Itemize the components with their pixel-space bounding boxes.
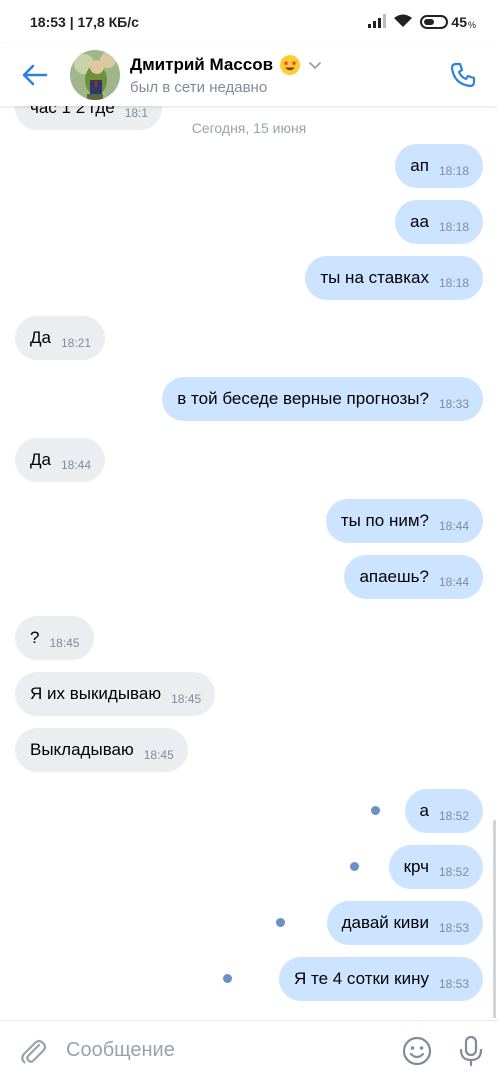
- contact-name: Дмитрий Массов: [130, 55, 274, 74]
- chevron-down-icon[interactable]: [307, 57, 323, 73]
- microphone-icon: [459, 1035, 483, 1066]
- paperclip-icon: [21, 1039, 47, 1064]
- message-time: 18:21: [60, 336, 91, 350]
- status-bar: 18:53 | 17,8 КБ/с 45 %: [0, 0, 498, 44]
- message-time: 18:52: [438, 865, 469, 879]
- message-text: ?: [30, 628, 40, 647]
- message-list[interactable]: час 1 2 где 18:1 Сегодня, 15 июня ап 18:…: [0, 106, 498, 1018]
- status-icons: 45 %: [368, 13, 476, 31]
- message-time: 18:33: [438, 397, 469, 411]
- message-bubble[interactable]: Да 18:44: [15, 438, 105, 482]
- date-separator-label: Сегодня, 15 июня: [187, 120, 311, 136]
- battery-icon: 45 %: [420, 14, 476, 30]
- chat-header: Дмитрий Массов был в сети недавно: [0, 44, 498, 106]
- message-text: давай киви: [341, 913, 429, 932]
- message-text: в той беседе верные прогнозы?: [177, 389, 429, 408]
- voice-button[interactable]: [444, 1021, 498, 1080]
- message-text: Да: [30, 450, 51, 469]
- message-time: 18:45: [171, 692, 202, 706]
- message-time: 18:44: [60, 458, 91, 472]
- message-text: Я их выкидываю: [30, 684, 162, 703]
- message-bubble[interactable]: Да 18:21: [15, 316, 105, 360]
- avatar[interactable]: [70, 50, 120, 100]
- message-bubble[interactable]: апаешь? 18:44: [344, 555, 483, 599]
- message-input[interactable]: [66, 1039, 390, 1062]
- message-text: аа: [410, 212, 429, 231]
- smiley-icon: [402, 1036, 432, 1065]
- signal-icon: [368, 13, 387, 31]
- message-text: а: [419, 801, 429, 820]
- emoji-button[interactable]: [390, 1021, 444, 1080]
- message-text: ты по ним?: [340, 511, 429, 530]
- message-time: 18:45: [49, 636, 80, 650]
- message-bubble[interactable]: Я те 4 сотки кину 18:53: [278, 957, 483, 1001]
- message-time: 18:44: [438, 519, 469, 533]
- unread-indicator: [371, 806, 380, 815]
- message-bubble[interactable]: ап 18:18: [395, 144, 483, 188]
- message-text: ты на ставках: [320, 268, 429, 287]
- scrollbar[interactable]: [493, 820, 496, 1018]
- message-time: 18:45: [143, 748, 174, 762]
- back-button[interactable]: [0, 44, 70, 106]
- message-bubble[interactable]: ты на ставках 18:18: [305, 256, 483, 300]
- message-text: Да: [30, 328, 51, 347]
- message-text: Я те 4 сотки кину: [293, 969, 429, 988]
- unread-indicator: [276, 918, 285, 927]
- message-composer: [0, 1020, 498, 1080]
- message-time: 18:53: [438, 921, 469, 935]
- wifi-icon: [393, 13, 413, 31]
- message-bubble[interactable]: Выкладываю 18:45: [15, 728, 188, 772]
- date-separator: Сегодня, 15 июня: [0, 120, 498, 136]
- message-text: крч: [403, 857, 429, 876]
- message-bubble[interactable]: а 18:52: [404, 789, 483, 833]
- call-button[interactable]: [428, 44, 498, 106]
- message-bubble[interactable]: крч 18:52: [388, 845, 483, 889]
- message-bubble[interactable]: аа 18:18: [395, 200, 483, 244]
- message-time: 18:18: [438, 164, 469, 178]
- phone-icon: [450, 62, 476, 88]
- star-struck-emoji-icon: [280, 55, 301, 75]
- status-time-speed: 18:53 | 17,8 КБ/с: [30, 14, 139, 30]
- message-bubble[interactable]: Я их выкидываю 18:45: [15, 672, 216, 716]
- message-time: 18:18: [438, 276, 469, 290]
- message-bubble[interactable]: ты по ним? 18:44: [325, 499, 483, 543]
- contact-info[interactable]: Дмитрий Массов был в сети недавно: [130, 54, 428, 96]
- battery-percent-sign: %: [467, 20, 476, 30]
- message-text: Выкладываю: [30, 740, 134, 759]
- message-time: 18:1: [124, 106, 149, 120]
- unread-indicator: [223, 974, 232, 983]
- message-time: 18:18: [438, 220, 469, 234]
- battery-level: 45: [451, 14, 467, 30]
- back-arrow-icon: [22, 64, 48, 86]
- message-text: апаешь?: [359, 567, 429, 586]
- message-bubble[interactable]: ? 18:45: [15, 616, 94, 660]
- message-text: час 1 2 где: [30, 106, 115, 117]
- message-time: 18:53: [438, 977, 469, 991]
- message-text: ап: [410, 156, 429, 175]
- message-bubble[interactable]: давай киви 18:53: [326, 901, 483, 945]
- message-time: 18:52: [438, 809, 469, 823]
- presence-status: был в сети недавно: [130, 79, 268, 96]
- message-bubble[interactable]: в той беседе верные прогнозы? 18:33: [162, 377, 483, 421]
- attach-button[interactable]: [0, 1021, 66, 1080]
- unread-indicator: [350, 862, 359, 871]
- message-time: 18:44: [438, 575, 469, 589]
